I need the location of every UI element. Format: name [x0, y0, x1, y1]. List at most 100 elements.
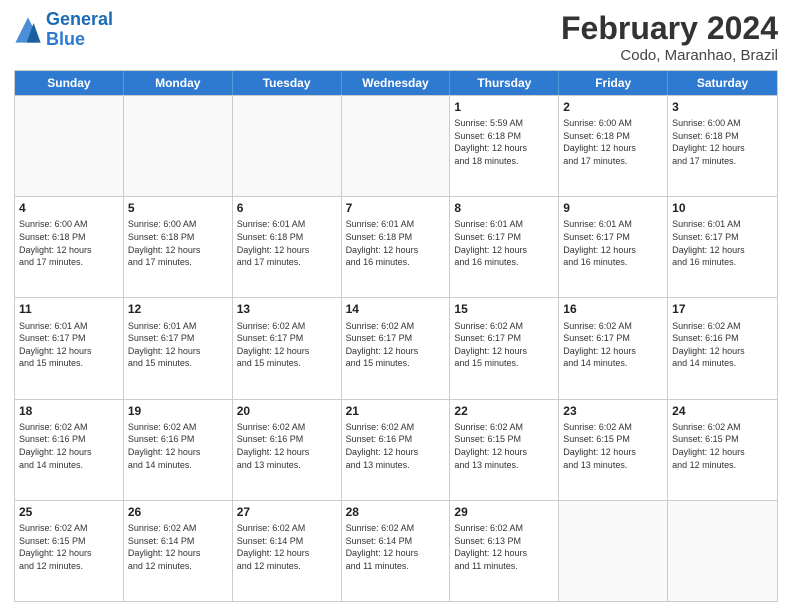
- day-info: Sunrise: 6:01 AM Sunset: 6:17 PM Dayligh…: [672, 218, 773, 268]
- logo-blue: Blue: [46, 29, 85, 49]
- day-info: Sunrise: 6:01 AM Sunset: 6:18 PM Dayligh…: [346, 218, 446, 268]
- calendar-cell: 16 Sunrise: 6:02 AM Sunset: 6:17 PM Dayli…: [559, 298, 668, 398]
- calendar-cell: 29Sunrise: 6:02 AM Sunset: 6:13 PM Dayli…: [450, 501, 559, 601]
- title-block: February 2024 Codo, Maranhao, Brazil: [561, 10, 778, 64]
- weekday-friday: Friday: [559, 71, 668, 95]
- calendar-cell: 3 Sunrise: 6:00 AM Sunset: 6:18 PM Daylig…: [668, 96, 777, 196]
- calendar-header: SundayMondayTuesdayWednesdayThursdayFrid…: [15, 71, 777, 95]
- calendar-cell: 25Sunrise: 6:02 AM Sunset: 6:15 PM Dayli…: [15, 501, 124, 601]
- day-info: Sunrise: 6:02 AM Sunset: 6:15 PM Dayligh…: [19, 522, 119, 572]
- weekday-thursday: Thursday: [450, 71, 559, 95]
- day-number: 28: [346, 504, 446, 520]
- day-info: Sunrise: 6:02 AM Sunset: 6:16 PM Dayligh…: [672, 320, 773, 370]
- weekday-sunday: Sunday: [15, 71, 124, 95]
- calendar-cell: 12 Sunrise: 6:01 AM Sunset: 6:17 PM Dayli…: [124, 298, 233, 398]
- day-info: Sunrise: 6:00 AM Sunset: 6:18 PM Dayligh…: [672, 117, 773, 167]
- day-number: 27: [237, 504, 337, 520]
- day-info: Sunrise: 6:01 AM Sunset: 6:17 PM Dayligh…: [128, 320, 228, 370]
- day-info: Sunrise: 6:01 AM Sunset: 6:18 PM Dayligh…: [237, 218, 337, 268]
- calendar-cell: 9 Sunrise: 6:01 AM Sunset: 6:17 PM Daylig…: [559, 197, 668, 297]
- calendar-cell: 11Sunrise: 6:01 AM Sunset: 6:17 PM Dayli…: [15, 298, 124, 398]
- calendar-row-0: 1Sunrise: 5:59 AM Sunset: 6:18 PM Daylig…: [15, 95, 777, 196]
- calendar-cell: [233, 96, 342, 196]
- weekday-tuesday: Tuesday: [233, 71, 342, 95]
- day-number: 24: [672, 403, 773, 419]
- calendar-cell: 20Sunrise: 6:02 AM Sunset: 6:16 PM Dayli…: [233, 400, 342, 500]
- calendar-cell: 27 Sunrise: 6:02 AM Sunset: 6:14 PM Dayli…: [233, 501, 342, 601]
- day-number: 16: [563, 301, 663, 317]
- day-info: Sunrise: 6:02 AM Sunset: 6:13 PM Dayligh…: [454, 522, 554, 572]
- day-number: 18: [19, 403, 119, 419]
- day-info: Sunrise: 6:00 AM Sunset: 6:18 PM Dayligh…: [128, 218, 228, 268]
- calendar-row-2: 11 Sunrise: 6:01 AM Sunset: 6:17 PM Dayli…: [15, 297, 777, 398]
- day-number: 2: [563, 99, 663, 115]
- day-info: Sunrise: 6:02 AM Sunset: 6:17 PM Dayligh…: [454, 320, 554, 370]
- calendar-cell: 28 Sunrise: 6:02 AM Sunset: 6:14 PM Dayli…: [342, 501, 451, 601]
- calendar-row-3: 18 Sunrise: 6:02 AM Sunset: 6:16 PM Dayli…: [15, 399, 777, 500]
- day-number: 7: [346, 200, 446, 216]
- day-info: Sunrise: 6:02 AM Sunset: 6:16 PM Dayligh…: [346, 421, 446, 471]
- calendar-cell: [668, 501, 777, 601]
- day-number: 14: [346, 301, 446, 317]
- calendar: SundayMondayTuesdayWednesdayThursdayFrid…: [14, 70, 778, 602]
- calendar-cell: 24 Sunrise: 6:02 AM Sunset: 6:15 PM Dayli…: [668, 400, 777, 500]
- day-number: 3: [672, 99, 773, 115]
- day-number: 9: [563, 200, 663, 216]
- calendar-cell: [15, 96, 124, 196]
- calendar-cell: [559, 501, 668, 601]
- day-info: Sunrise: 6:01 AM Sunset: 6:17 PM Dayligh…: [563, 218, 663, 268]
- title-month: February 2024: [561, 10, 778, 47]
- day-number: 17: [672, 301, 773, 317]
- calendar-cell: 18 Sunrise: 6:02 AM Sunset: 6:16 PM Dayli…: [15, 400, 124, 500]
- day-info: Sunrise: 6:02 AM Sunset: 6:14 PM Dayligh…: [128, 522, 228, 572]
- day-number: 1: [454, 99, 554, 115]
- logo: General Blue: [14, 10, 113, 50]
- calendar-cell: [124, 96, 233, 196]
- calendar-cell: 4Sunrise: 6:00 AM Sunset: 6:18 PM Daylig…: [15, 197, 124, 297]
- calendar-row-4: 25Sunrise: 6:02 AM Sunset: 6:15 PM Dayli…: [15, 500, 777, 601]
- calendar-cell: 2 Sunrise: 6:00 AM Sunset: 6:18 PM Daylig…: [559, 96, 668, 196]
- day-number: 12: [128, 301, 228, 317]
- logo-text: General Blue: [46, 10, 113, 50]
- calendar-cell: 17 Sunrise: 6:02 AM Sunset: 6:16 PM Dayli…: [668, 298, 777, 398]
- day-info: Sunrise: 6:02 AM Sunset: 6:16 PM Dayligh…: [19, 421, 119, 471]
- calendar-cell: 8 Sunrise: 6:01 AM Sunset: 6:17 PM Daylig…: [450, 197, 559, 297]
- day-number: 23: [563, 403, 663, 419]
- day-info: Sunrise: 6:01 AM Sunset: 6:17 PM Dayligh…: [454, 218, 554, 268]
- day-number: 13: [237, 301, 337, 317]
- title-location: Codo, Maranhao, Brazil: [561, 47, 778, 64]
- calendar-cell: 13 Sunrise: 6:02 AM Sunset: 6:17 PM Dayli…: [233, 298, 342, 398]
- day-info: Sunrise: 6:02 AM Sunset: 6:17 PM Dayligh…: [237, 320, 337, 370]
- day-info: Sunrise: 6:02 AM Sunset: 6:17 PM Dayligh…: [563, 320, 663, 370]
- day-number: 8: [454, 200, 554, 216]
- calendar-cell: 7 Sunrise: 6:01 AM Sunset: 6:18 PM Daylig…: [342, 197, 451, 297]
- day-number: 11: [19, 301, 119, 317]
- day-info: Sunrise: 6:02 AM Sunset: 6:14 PM Dayligh…: [237, 522, 337, 572]
- calendar-cell: 10 Sunrise: 6:01 AM Sunset: 6:17 PM Dayli…: [668, 197, 777, 297]
- calendar-body: 1Sunrise: 5:59 AM Sunset: 6:18 PM Daylig…: [15, 95, 777, 601]
- day-number: 22: [454, 403, 554, 419]
- logo-icon: [14, 16, 42, 44]
- day-info: Sunrise: 6:02 AM Sunset: 6:17 PM Dayligh…: [346, 320, 446, 370]
- calendar-row-1: 4Sunrise: 6:00 AM Sunset: 6:18 PM Daylig…: [15, 196, 777, 297]
- day-info: Sunrise: 6:00 AM Sunset: 6:18 PM Dayligh…: [563, 117, 663, 167]
- day-number: 5: [128, 200, 228, 216]
- day-number: 10: [672, 200, 773, 216]
- calendar-cell: 19 Sunrise: 6:02 AM Sunset: 6:16 PM Dayli…: [124, 400, 233, 500]
- day-number: 19: [128, 403, 228, 419]
- day-number: 6: [237, 200, 337, 216]
- calendar-cell: 23Sunrise: 6:02 AM Sunset: 6:15 PM Dayli…: [559, 400, 668, 500]
- calendar-cell: 21 Sunrise: 6:02 AM Sunset: 6:16 PM Dayli…: [342, 400, 451, 500]
- weekday-wednesday: Wednesday: [342, 71, 451, 95]
- weekday-saturday: Saturday: [668, 71, 777, 95]
- calendar-cell: 26Sunrise: 6:02 AM Sunset: 6:14 PM Dayli…: [124, 501, 233, 601]
- calendar-cell: 6 Sunrise: 6:01 AM Sunset: 6:18 PM Daylig…: [233, 197, 342, 297]
- day-info: Sunrise: 6:02 AM Sunset: 6:16 PM Dayligh…: [237, 421, 337, 471]
- day-info: Sunrise: 6:02 AM Sunset: 6:15 PM Dayligh…: [454, 421, 554, 471]
- day-info: Sunrise: 6:02 AM Sunset: 6:15 PM Dayligh…: [672, 421, 773, 471]
- day-info: Sunrise: 6:02 AM Sunset: 6:16 PM Dayligh…: [128, 421, 228, 471]
- day-number: 21: [346, 403, 446, 419]
- calendar-cell: 22 Sunrise: 6:02 AM Sunset: 6:15 PM Dayli…: [450, 400, 559, 500]
- calendar-cell: 14 Sunrise: 6:02 AM Sunset: 6:17 PM Dayli…: [342, 298, 451, 398]
- day-info: Sunrise: 6:02 AM Sunset: 6:14 PM Dayligh…: [346, 522, 446, 572]
